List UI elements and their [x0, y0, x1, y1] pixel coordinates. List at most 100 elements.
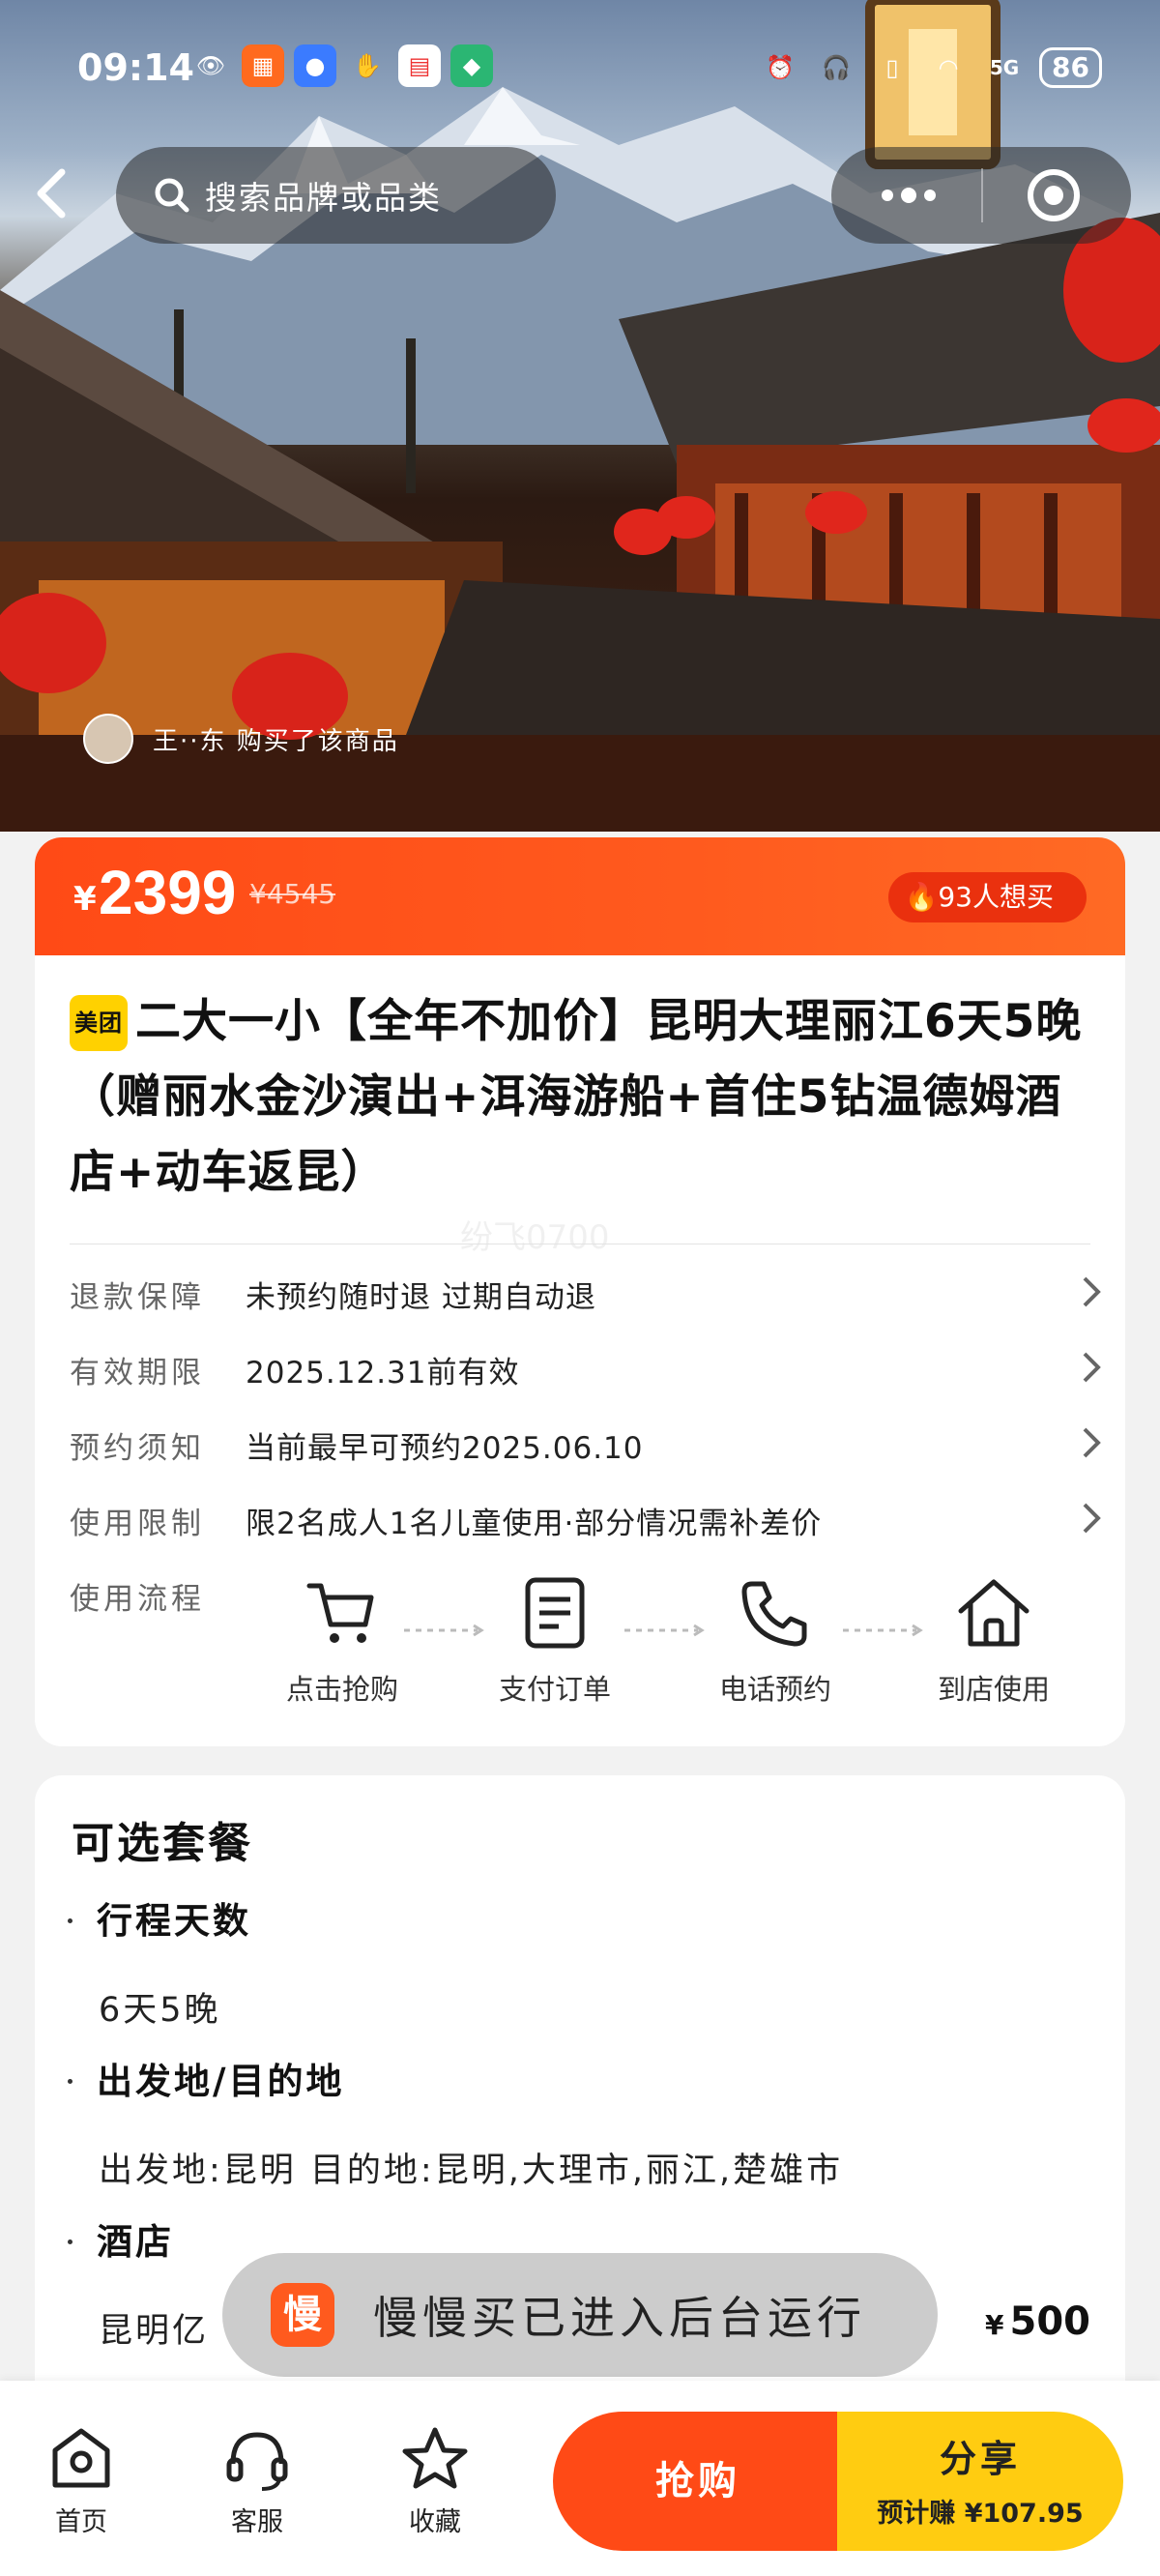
capsule-divider — [981, 168, 983, 222]
cart-icon — [306, 1583, 374, 1643]
info-value: 当前最早可预约2025.06.10 — [246, 1431, 644, 1466]
status-time: 09:14 — [77, 46, 194, 89]
close-miniapp-button[interactable] — [1025, 166, 1083, 224]
hotel-currency: ¥ — [985, 2309, 1004, 2341]
store-home-icon — [958, 1579, 1030, 1647]
product-title: 美团 二大一小【全年不加价】昆明大理丽江6天5晚（赠丽水金沙演出+洱海游船+首住5… — [70, 984, 1094, 1211]
signal-icon: 5G — [989, 56, 1020, 79]
chevron-right-icon — [1083, 1352, 1101, 1383]
back-arrow-icon — [37, 168, 66, 219]
tab-label: 客服 — [231, 2507, 283, 2537]
headset-icon — [226, 2432, 288, 2491]
bullet — [68, 1918, 72, 1923]
headphones-icon: 🎧 — [822, 54, 851, 81]
hotel-price-value: 500 — [1009, 2299, 1091, 2344]
buy-button[interactable]: 抢购 — [553, 2412, 843, 2551]
hotel-price: ¥500 — [985, 2299, 1090, 2344]
flow-step-label: 支付订单 — [498, 1673, 611, 1706]
avatar — [83, 714, 133, 764]
toast: 慢 慢慢买已进入后台运行 — [222, 2253, 938, 2377]
tab-label: 收藏 — [409, 2507, 461, 2537]
flow-step-label: 到店使用 — [937, 1673, 1050, 1706]
chevron-right-icon — [1083, 1276, 1101, 1307]
info-label: 使用限制 — [70, 1507, 205, 1541]
battery-indicator: 86 — [1039, 47, 1102, 88]
manmanmai-app-icon: 慢 — [271, 2283, 334, 2347]
chevron-right-icon — [1083, 1427, 1101, 1458]
info-label: 预约须知 — [70, 1431, 205, 1466]
miniapp-capsule — [831, 147, 1131, 244]
bullet — [68, 2079, 72, 2084]
flow-arrow — [404, 1624, 484, 1637]
package-title: 可选套餐 — [72, 1819, 253, 1868]
info-row-validity[interactable]: 有效期限 2025.12.31前有效 — [70, 1338, 1104, 1396]
package-heading: 出发地/目的地 — [97, 2061, 345, 2102]
info-label: 使用流程 — [70, 1582, 205, 1617]
notification-icons: 👁 ▦ ● ✋ ▤ ◆ — [189, 44, 493, 87]
original-price: ¥4545 — [249, 878, 336, 910]
flow-step-label: 点击抢购 — [285, 1673, 398, 1706]
info-value: 未预约随时退 过期自动退 — [246, 1280, 596, 1315]
package-value: 出发地:昆明 目的地:昆明,大理市,丽江,楚雄市 — [99, 2152, 844, 2190]
recent-buyer-text: 王··东 购买了该商品 — [153, 726, 399, 756]
vibrate-icon: ▯ — [885, 54, 899, 81]
flow-arrow — [624, 1624, 705, 1637]
chevron-right-icon — [1083, 1503, 1101, 1534]
tab-label: 首页 — [55, 2507, 107, 2537]
tab-customer-service[interactable]: 客服 — [199, 2425, 315, 2538]
info-row-booking[interactable]: 预约须知 当前最早可预约2025.06.10 — [70, 1414, 1104, 1472]
phone-icon — [741, 1581, 807, 1647]
fire-icon: 🔥 — [904, 881, 939, 913]
price-bar: ¥ 2399 ¥4545 🔥93人想买 — [35, 837, 1125, 957]
info-value: 2025.12.31前有效 — [246, 1356, 520, 1390]
status-bar: 09:14 👁 ▦ ● ✋ ▤ ◆ ⏰ 🎧 ▯ ◠ 5G 86 — [0, 39, 1160, 101]
product-title-text: 二大一小【全年不加价】昆明大理丽江6天5晚（赠丽水金沙演出+洱海游船+首住5钻温… — [70, 995, 1083, 1199]
want-count-text: 93人想买 — [938, 881, 1054, 913]
bottom-action-bar: 首页 客服 收藏 抢购 分享 预计赚 ¥107.95 — [0, 2381, 1160, 2576]
more-button[interactable] — [870, 176, 947, 215]
search-bar[interactable]: 搜索品牌或品类 — [116, 147, 556, 244]
app-icon: ▦ — [242, 44, 284, 87]
meituan-badge: 美团 — [70, 995, 128, 1051]
package-heading: 行程天数 — [97, 1900, 251, 1942]
share-label: 分享 — [939, 2438, 1021, 2480]
alarm-icon: ⏰ — [766, 54, 795, 81]
eye-icon: 👁 — [195, 52, 226, 79]
calendar-icon: ▤ — [398, 44, 441, 87]
wifi-icon: ◠ — [938, 54, 959, 81]
info-label: 有效期限 — [70, 1356, 205, 1390]
star-icon — [402, 2427, 468, 2489]
info-label: 退款保障 — [70, 1280, 205, 1315]
want-count-badge: 🔥93人想买 — [888, 872, 1087, 922]
package-value: 6天5晚 — [99, 1991, 221, 2030]
target-icon — [1028, 169, 1080, 221]
watermark: 纷飞0700 — [460, 1218, 610, 1257]
hand-icon: ✋ — [353, 52, 382, 79]
flow-step-label: 电话预约 — [718, 1673, 831, 1706]
recent-buyer-ticker: 王··东 购买了该商品 — [83, 714, 399, 764]
toast-message: 慢慢买已进入后台运行 — [373, 2292, 866, 2344]
system-icons: ⏰ 🎧 ▯ ◠ 5G 86 — [759, 46, 1102, 89]
flow-step-buy: 点击抢购 — [265, 1576, 420, 1708]
hero-image: 09:14 👁 ▦ ● ✋ ▤ ◆ ⏰ 🎧 ▯ ◠ 5G 86 搜索品牌或品类 — [0, 0, 1160, 832]
share-earn-text: 预计赚 ¥107.95 — [877, 2499, 1084, 2529]
info-row-restriction[interactable]: 使用限制 限2名成人1名儿童使用·部分情况需补差价 — [70, 1489, 1104, 1547]
share-button[interactable]: 分享 预计赚 ¥107.95 — [837, 2412, 1123, 2551]
search-icon — [155, 178, 189, 213]
back-button[interactable] — [29, 164, 77, 222]
flow-step-visit: 到店使用 — [916, 1576, 1071, 1708]
order-document-icon — [525, 1577, 585, 1649]
message-icon: ● — [294, 44, 336, 87]
more-dots-icon — [882, 188, 936, 203]
hotel-option[interactable]: 昆明亿 — [99, 2303, 209, 2353]
info-value: 限2名成人1名儿童使用·部分情况需补差价 — [246, 1507, 823, 1541]
tab-home[interactable]: 首页 — [23, 2425, 139, 2538]
tab-favorite[interactable]: 收藏 — [377, 2425, 493, 2538]
info-row-refund[interactable]: 退款保障 未预约随时退 过期自动退 — [70, 1263, 1104, 1321]
current-price: 2399 — [99, 858, 237, 927]
flow-step-call: 电话预约 — [698, 1576, 853, 1708]
home-icon — [52, 2428, 110, 2488]
package-heading: 酒店 — [97, 2221, 174, 2263]
bullet — [68, 2239, 72, 2244]
carrier-icon: ◆ — [450, 44, 493, 87]
